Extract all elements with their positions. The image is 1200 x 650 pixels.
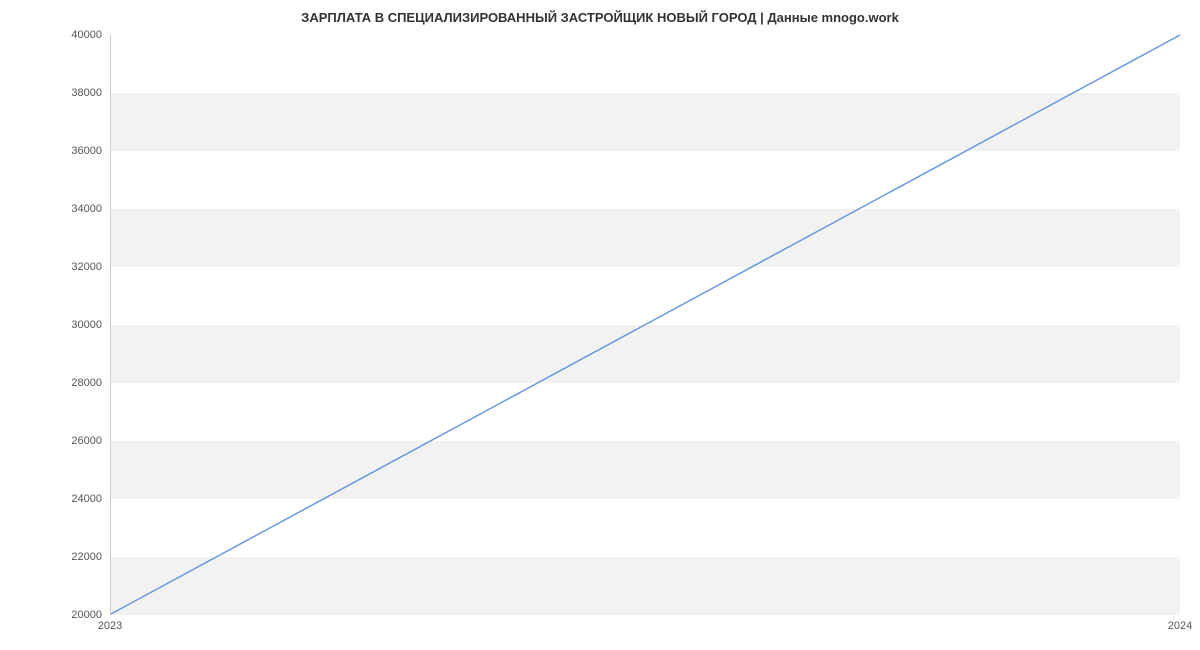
y-tick-label: 24000 [71,493,102,505]
y-tick-label: 22000 [71,551,102,563]
y-tick-label: 30000 [71,319,102,331]
x-tick-label: 2023 [98,620,122,632]
chart-plot-area: 2000022000240002600028000300003200034000… [110,35,1180,615]
y-tick-label: 26000 [71,435,102,447]
y-tick-label: 34000 [71,203,102,215]
y-tick-label: 36000 [71,145,102,157]
y-tick-label: 40000 [71,29,102,41]
line-layer [111,35,1180,614]
plot-frame [110,35,1180,615]
data-line [111,35,1180,614]
y-tick-label: 32000 [71,261,102,273]
chart-title: ЗАРПЛАТА В СПЕЦИАЛИЗИРОВАННЫЙ ЗАСТРОЙЩИК… [0,0,1200,25]
y-tick-label: 38000 [71,87,102,99]
y-tick-label: 28000 [71,377,102,389]
x-tick-label: 2024 [1168,620,1192,632]
